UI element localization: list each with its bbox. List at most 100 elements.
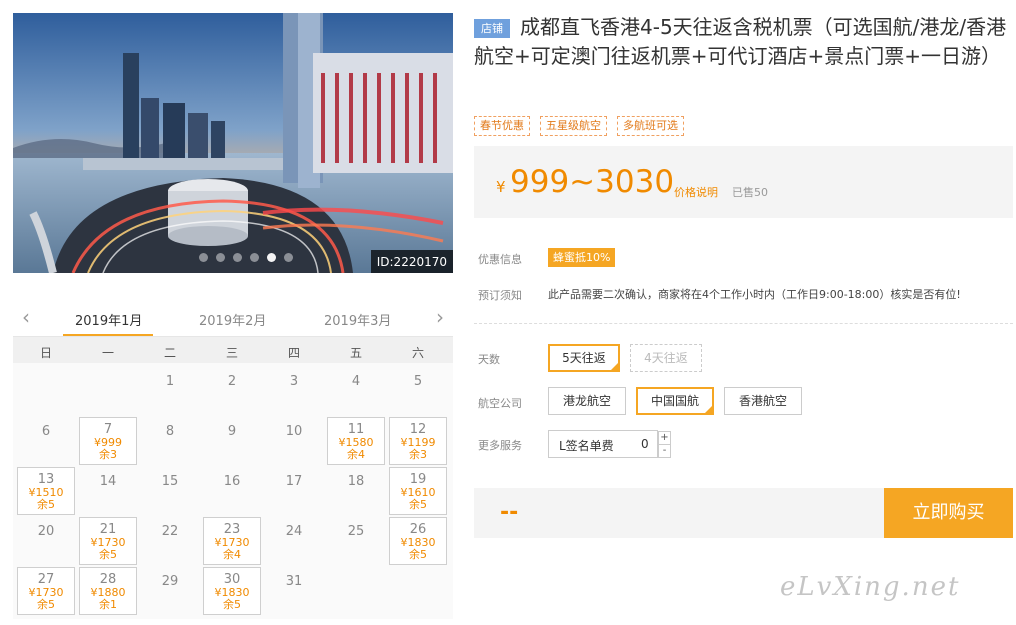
day-number: 20 [37,524,55,539]
service-qty-value: 0 [641,437,649,451]
day-remaining: 余5 [409,548,427,561]
weekday-label: 五 [349,346,362,360]
day-remaining: 余5 [223,598,241,611]
day-number: 16 [223,474,241,489]
calendar-day: 14 [79,467,137,515]
calendar-day: 1 [141,367,199,415]
option-airline-air-china[interactable]: 中国国航 [636,387,714,415]
calendar-day-available[interactable]: 12 ¥1199 余3 [389,417,447,465]
service-quantity-field[interactable]: L签名单费 0 [548,430,658,458]
day-number: 22 [161,524,179,539]
carousel-dot[interactable] [199,253,208,262]
day-number: 1 [165,374,175,389]
service-label: 更多服务 [478,439,522,452]
weekday-label: 一 [101,346,114,360]
product-tags: 春节优惠 五星级航空 多航班可选 [474,116,684,136]
calendar-day: 18 [327,467,385,515]
chevron-left-icon[interactable]: ‹ [17,307,35,328]
site-watermark: eLvXing.net [780,572,961,602]
calendar-day: 22 [141,517,199,565]
day-number: 17 [285,474,303,489]
product-hero-image[interactable]: ID:2220170 [13,13,453,273]
calendar-day-available[interactable]: 26 ¥1830 余5 [389,517,447,565]
calendar-day: 29 [141,567,199,615]
day-remaining: 余4 [347,448,365,461]
day-number: 8 [165,424,175,439]
day-number: 19 [409,472,427,487]
calendar-day: 20 [17,517,75,565]
tag-item: 五星级航空 [540,116,607,136]
days-label: 天数 [478,353,500,366]
calendar-day-available[interactable]: 13 ¥1510 余5 [17,467,75,515]
calendar-day-available[interactable]: 30 ¥1830 余5 [203,567,261,615]
tag-item: 春节优惠 [474,116,530,136]
option-days-5[interactable]: 5天往返 [548,344,620,372]
increment-button[interactable]: + [658,431,671,445]
day-remaining: 余4 [223,548,241,561]
price-note-link[interactable]: 价格说明 [674,184,718,200]
calendar-day-available[interactable]: 28 ¥1880 余1 [79,567,137,615]
weekday-label: 四 [287,346,300,360]
section-divider [474,323,1013,324]
calendar-day-available[interactable]: 19 ¥1610 余5 [389,467,447,515]
day-remaining: 余5 [409,498,427,511]
option-airline-dragonair[interactable]: 港龙航空 [548,387,626,415]
day-number: 25 [347,524,365,539]
price-range: 999~3030 [510,164,675,200]
calendar-day-available[interactable]: 7 ¥999 余3 [79,417,137,465]
airline-label: 航空公司 [478,397,522,410]
calendar-day: 6 [17,417,75,465]
total-price: -- [500,500,519,525]
day-number: 31 [285,574,303,589]
day-number: 2 [227,374,237,389]
chevron-right-icon[interactable]: › [431,307,449,328]
carousel-dot[interactable] [250,253,259,262]
day-number: 9 [227,424,237,439]
calendar-day: 5 [389,367,447,415]
service-name: L签名单费 [559,439,614,453]
carousel-dot[interactable] [216,253,225,262]
calendar-day: 31 [265,567,323,615]
weekday-label: 二 [163,346,176,360]
carousel-dot[interactable] [233,253,242,262]
day-remaining: 余3 [99,448,117,461]
calendar-header: ‹ 2019年1月 2019年2月 2019年3月 › [13,302,453,337]
calendar-day-available[interactable]: 11 ¥1580 余4 [327,417,385,465]
weekday-header-row: 日一二三四五六 [13,337,453,363]
image-id-label: ID:2220170 [370,250,453,273]
day-remaining: 余5 [37,598,55,611]
buy-now-button[interactable]: 立即购买 [884,488,1013,538]
day-number: 18 [347,474,365,489]
calendar-day-available[interactable]: 23 ¥1730 余4 [203,517,261,565]
shop-badge[interactable]: 店铺 [474,19,510,38]
month-tab-1[interactable]: 2019年1月 [75,310,142,329]
day-number: 3 [289,374,299,389]
day-remaining: 余5 [99,548,117,561]
notice-label: 预订须知 [478,289,522,302]
month-tab-2[interactable]: 2019年2月 [199,310,266,329]
promo-label: 优惠信息 [478,253,522,266]
month-tab-3[interactable]: 2019年3月 [324,310,391,329]
hong-kong-skyline-photo [13,13,453,273]
calendar-day: 8 [141,417,199,465]
day-number: 10 [285,424,303,439]
calendar-day-available[interactable]: 21 ¥1730 余5 [79,517,137,565]
option-airline-hk-airlines[interactable]: 香港航空 [724,387,802,415]
decrement-button[interactable]: - [658,444,671,458]
notice-text: 此产品需要二次确认，商家将在4个工作小时内（工作日9:00-18:00）核实是否… [548,288,961,301]
product-title: 成都直飞香港4-5天往返含税机票（可选国航/港龙/香港航空+可定澳门往返机票+可… [474,15,1007,68]
weekday-label: 日 [39,346,52,360]
day-number: 4 [351,374,361,389]
carousel-dot[interactable] [284,253,293,262]
day-remaining: 余1 [99,598,117,611]
day-number: 11 [347,422,365,437]
carousel-dot[interactable] [267,253,276,262]
calendar-day: 10 [265,417,323,465]
option-days-4[interactable]: 4天往返 [630,344,702,372]
promo-badge: 蜂蜜抵10% [548,248,616,267]
day-number: 13 [37,472,55,487]
day-number: 12 [409,422,427,437]
currency-symbol: ¥ [496,178,506,196]
calendar-day-available[interactable]: 27 ¥1730 余5 [17,567,75,615]
weekday-label: 六 [411,346,424,360]
